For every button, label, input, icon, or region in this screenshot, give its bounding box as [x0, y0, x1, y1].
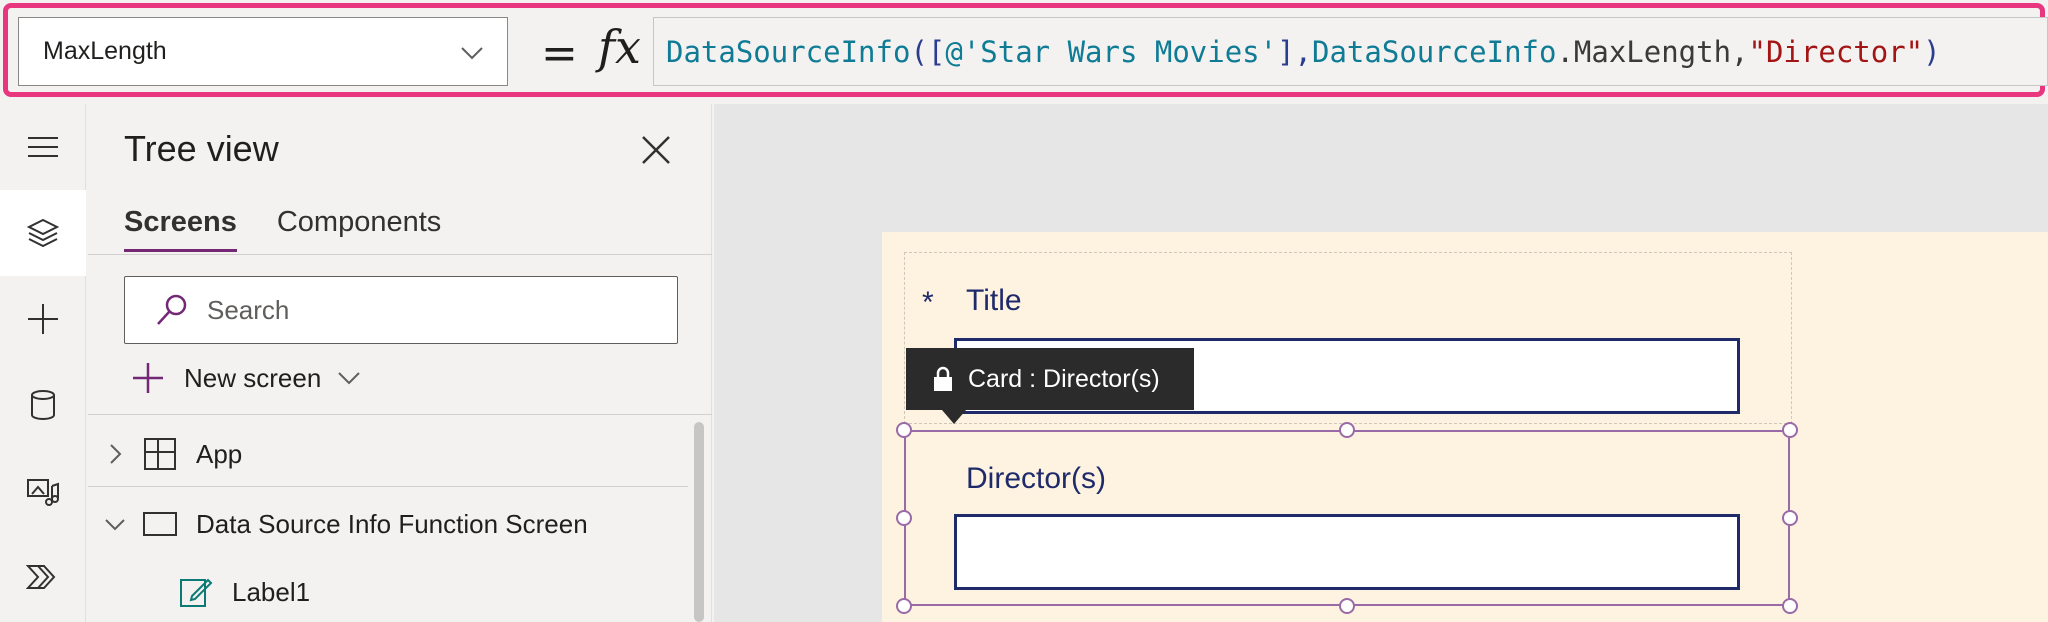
property-dropdown[interactable]: MaxLength [18, 17, 508, 86]
insert-button[interactable] [0, 276, 86, 362]
hamburger-icon [28, 137, 58, 157]
app-grid-icon [144, 438, 176, 470]
formula-token: ], [1277, 34, 1313, 69]
formula-token: ([ [910, 34, 946, 69]
data-cylinder-icon [31, 390, 55, 420]
tree-item-label1[interactable]: Label1 [88, 560, 688, 622]
tree-scrollbar[interactable] [694, 422, 704, 622]
formula-bar: MaxLength = fx DataSourceInfo([@'Star Wa… [3, 3, 2048, 97]
new-screen-label: New screen [184, 362, 322, 393]
insert-plus-icon [28, 304, 58, 334]
plus-icon [133, 363, 163, 393]
chevron-down-icon [461, 47, 483, 60]
resize-handle-top-right[interactable] [1782, 422, 1798, 438]
media-button[interactable] [0, 448, 86, 534]
tree-view-title: Tree view [124, 128, 279, 169]
resize-handle-right[interactable] [1782, 510, 1798, 526]
formula-token: DataSourceInfo [666, 34, 911, 69]
formula-token: ) [1923, 34, 1941, 69]
tree-item-label: Data Source Info Function Screen [196, 508, 588, 539]
screen-icon [143, 512, 177, 536]
row-divider [88, 486, 688, 487]
search-placeholder: Search [207, 294, 290, 325]
tree-tabs: Screens Components [124, 206, 441, 252]
label-edit-icon [180, 578, 213, 607]
layers-icon [26, 218, 60, 248]
power-automate-button[interactable] [0, 534, 86, 620]
fx-icon[interactable]: fx [598, 20, 641, 74]
tree-view-button[interactable] [0, 190, 86, 276]
resize-handle-bottom-left[interactable] [896, 598, 912, 614]
power-automate-icon [25, 565, 56, 589]
search-input[interactable]: Search [124, 276, 678, 344]
tree-item-app[interactable]: App [88, 422, 688, 486]
tooltip-text: Card : Director(s) [968, 364, 1160, 393]
hamburger-menu-button[interactable] [0, 104, 86, 190]
chevron-down-icon [338, 372, 360, 385]
required-marker: * [922, 286, 934, 319]
tree-divider [88, 414, 712, 415]
tabs-divider [88, 254, 712, 255]
title-field-label: Title [966, 284, 1022, 317]
chevron-down-icon[interactable] [102, 511, 128, 537]
close-icon[interactable] [638, 132, 674, 168]
media-icon [27, 479, 59, 506]
tree-item-label: Label1 [232, 576, 311, 607]
new-screen-button[interactable]: New screen [130, 360, 363, 396]
tooltip-arrow [942, 410, 966, 424]
search-icon [157, 294, 187, 325]
tab-components[interactable]: Components [277, 206, 441, 252]
tree-item-screen[interactable]: Data Source Info Function Screen [88, 492, 688, 556]
lock-icon [934, 366, 952, 391]
resize-handle-bottom[interactable] [1339, 598, 1355, 614]
tree-item-label: App [196, 438, 243, 469]
design-canvas[interactable]: * Title Director(s) Card : Director(s) [714, 104, 2048, 622]
card-tooltip: Card : Director(s) [906, 348, 1194, 410]
formula-token: @'Star Wars Movies' [945, 34, 1278, 69]
data-button[interactable] [0, 362, 86, 448]
director-input[interactable] [954, 514, 1740, 590]
equals-sign: = [541, 28, 578, 79]
resize-handle-bottom-right[interactable] [1782, 598, 1798, 614]
tab-screens[interactable]: Screens [124, 206, 237, 252]
resize-handle-top-left[interactable] [896, 422, 912, 438]
tree-view-panel: Tree view Screens Components Search New … [88, 104, 712, 622]
formula-token: .MaxLength, [1556, 34, 1749, 69]
formula-input[interactable]: DataSourceInfo([@'Star Wars Movies'], Da… [653, 17, 2048, 86]
director-field-label: Director(s) [966, 462, 1106, 495]
chevron-right-icon[interactable] [102, 441, 128, 467]
formula-token: "Director" [1748, 34, 1924, 69]
resize-handle-left[interactable] [896, 510, 912, 526]
formula-token: DataSourceInfo [1312, 34, 1557, 69]
left-rail [0, 104, 86, 622]
property-dropdown-value: MaxLength [43, 37, 167, 65]
resize-handle-top[interactable] [1339, 422, 1355, 438]
